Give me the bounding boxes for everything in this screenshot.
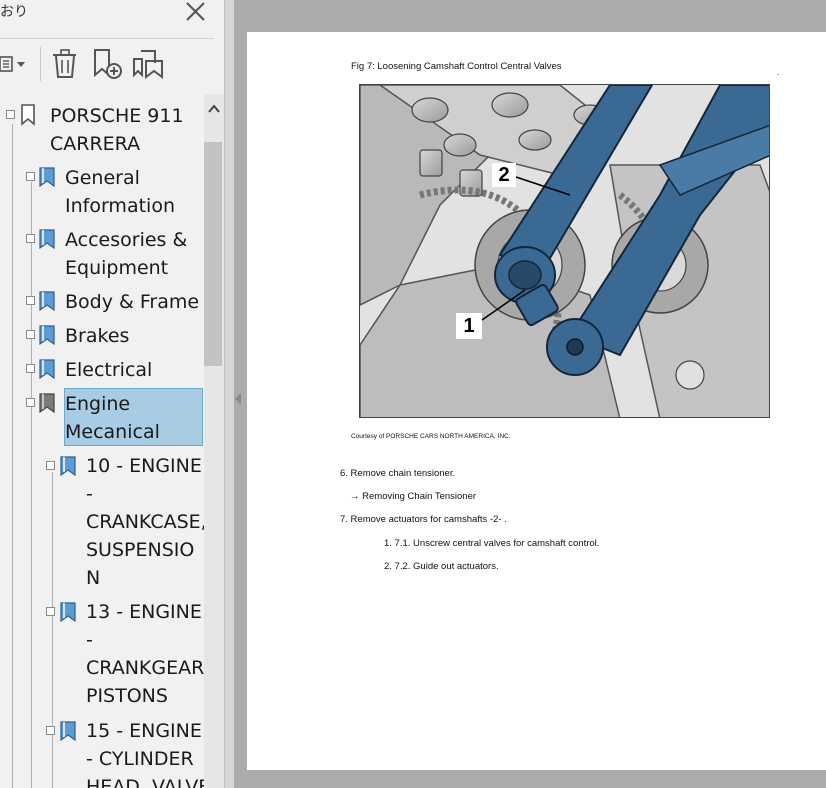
expand-toggle[interactable]	[26, 398, 35, 407]
bookmark-label-line: Mecanical	[65, 421, 160, 443]
bookmark-label-line: - CYLINDER	[86, 748, 194, 770]
bookmark-label-line: -	[86, 629, 93, 651]
bookmark-label-line: 15 - ENGINE	[86, 720, 202, 742]
panel-header: おり	[0, 0, 224, 28]
bookmarks-tree: PORSCHE 911 CARRERA General Information …	[0, 94, 204, 788]
chevron-up-icon	[208, 104, 220, 113]
bookmark-from-selection-button[interactable]	[132, 47, 166, 81]
scroll-thumb[interactable]	[204, 142, 222, 366]
bookmark-label-line: -	[86, 483, 93, 505]
callout-label-2: 2	[492, 163, 516, 187]
expand-toggle[interactable]	[46, 726, 55, 735]
options-menu-icon	[0, 56, 25, 72]
bookmark-icon	[39, 359, 55, 380]
bookmark-label-line: Brakes	[65, 325, 130, 347]
delete-bookmark-button[interactable]	[50, 47, 80, 81]
toolbar-separator	[40, 47, 41, 81]
bookmark-label-line: PORSCHE 911	[50, 105, 184, 127]
bookmark-label-line: CRANKCASE,	[86, 511, 204, 533]
image-credit: Courtesy of PORSCHE CARS NORTH AMERICA, …	[351, 433, 511, 440]
panel-splitter[interactable]	[224, 0, 234, 788]
bookmark-icon	[60, 456, 76, 477]
bookmark-label-line: Accesories &	[65, 229, 188, 251]
page-mark: .	[777, 68, 780, 77]
bookmark-icon	[39, 167, 55, 188]
expand-toggle[interactable]	[26, 234, 35, 243]
step-6: 6. Remove chain tensioner.	[340, 468, 456, 479]
bookmark-accesories-equipment[interactable]: Accesories & Equipment	[0, 226, 204, 284]
panel-title: おり	[0, 4, 28, 20]
bookmark-label-line: SUSPENSIO	[86, 539, 195, 561]
expand-toggle[interactable]	[26, 364, 35, 373]
bookmark-porsche-911-carrera[interactable]: PORSCHE 911 CARRERA	[0, 100, 204, 160]
bookmark-icon	[21, 104, 35, 126]
step-7-1: 1. 7.1. Unscrew central valves for camsh…	[384, 538, 600, 549]
bookmark-label-line: General	[65, 167, 140, 189]
bookmark-label-line: CRANKGEAR,	[86, 657, 204, 679]
expand-toggle[interactable]	[46, 461, 55, 470]
bookmark-label-line: Information	[65, 195, 175, 217]
removing-chain-tensioner-link[interactable]: → Removing Chain Tensioner	[350, 491, 476, 502]
bookmark-icon	[39, 393, 55, 414]
callout-label-1: 1	[456, 313, 482, 339]
bookmark-engine-mecanical[interactable]: Engine Mecanical	[0, 390, 204, 448]
bookmark-body-frame[interactable]: Body & Frame	[0, 288, 204, 318]
bookmark-from-selection-icon	[133, 50, 163, 79]
bookmark-general-information[interactable]: General Information	[0, 164, 204, 222]
delete-bookmark-icon	[53, 49, 76, 78]
expand-toggle[interactable]	[26, 330, 35, 339]
bookmark-label-line: Electrical	[65, 359, 153, 381]
camshaft-illustration	[360, 85, 769, 417]
close-icon	[186, 2, 205, 21]
bookmark-icon	[39, 229, 55, 250]
figure-caption: Fig 7: Loosening Camshaft Control Centra…	[351, 61, 562, 72]
scroll-up-button[interactable]	[204, 94, 224, 124]
bookmark-label-line: CARRERA	[50, 133, 141, 155]
document-page: Fig 7: Loosening Camshaft Control Centra…	[247, 32, 826, 770]
new-bookmark-button[interactable]	[92, 47, 124, 81]
bookmark-label-line: 10 - ENGINE	[86, 455, 202, 477]
bookmark-15-engine-cylinder-head[interactable]: 15 - ENGINE - CYLINDER HEAD, VALVE	[0, 717, 204, 788]
bookmark-icon	[60, 602, 76, 623]
bookmark-label-line: HEAD, VALVE	[86, 776, 204, 788]
tree-scrollbar[interactable]	[204, 94, 224, 788]
expand-toggle[interactable]	[26, 172, 35, 181]
expand-toggle[interactable]	[6, 110, 15, 119]
bookmark-label-line: N	[86, 567, 101, 589]
bookmarks-toolbar	[0, 38, 214, 92]
bookmark-13-engine-crankgear[interactable]: 13 - ENGINE - CRANKGEAR, PISTONS	[0, 598, 204, 712]
bookmark-label-line: Engine	[65, 393, 131, 415]
engine-figure-image: 1 2	[359, 84, 770, 418]
options-menu-button[interactable]	[0, 47, 32, 81]
bookmark-icon	[39, 325, 55, 346]
bookmark-electrical[interactable]: Electrical	[0, 356, 204, 386]
bookmark-10-engine-crankcase[interactable]: 10 - ENGINE - CRANKCASE, SUSPENSIO N	[0, 452, 204, 594]
bookmarks-panel: おり PORSCHE 911 CARRERA General Informati…	[0, 0, 224, 788]
new-bookmark-icon	[94, 49, 122, 79]
step-7-2: 2. 7.2. Guide out actuators.	[384, 561, 499, 572]
close-panel-button[interactable]	[182, 0, 210, 26]
bookmark-label-line: 13 - ENGINE	[86, 601, 202, 623]
bookmark-icon	[60, 721, 76, 742]
step-7: 7. Remove actuators for camshafts -2- .	[340, 514, 507, 525]
expand-toggle[interactable]	[46, 607, 55, 616]
bookmark-brakes[interactable]: Brakes	[0, 322, 204, 352]
bookmark-icon	[39, 291, 55, 312]
bookmark-label-line: Equipment	[65, 257, 169, 279]
bookmark-label-line: PISTONS	[86, 685, 168, 707]
collapse-panel-arrow-icon[interactable]	[235, 393, 241, 405]
bookmark-label-line: Body & Frame	[65, 291, 200, 313]
expand-toggle[interactable]	[26, 296, 35, 305]
